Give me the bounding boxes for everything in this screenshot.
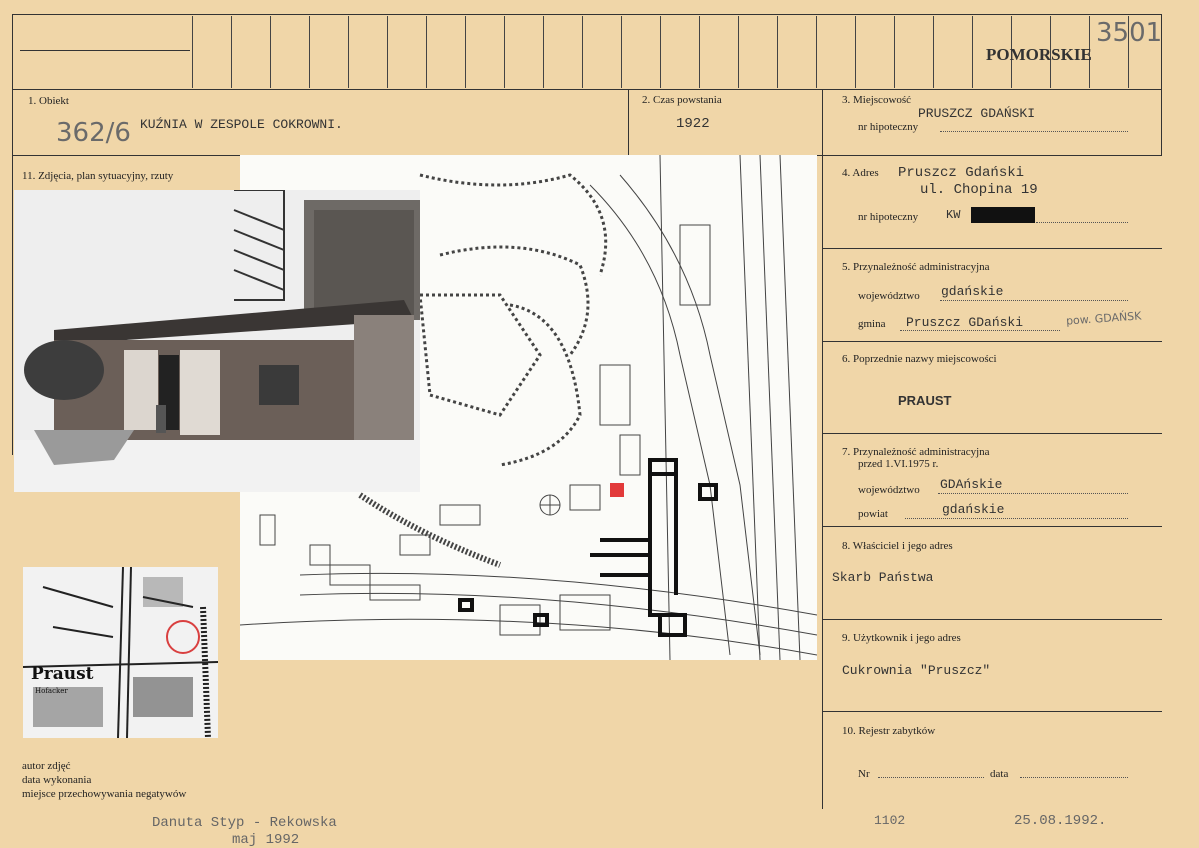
- rejestr-nr-label: Nr: [858, 768, 870, 780]
- adres-nr-label: nr hipoteczny: [858, 211, 919, 223]
- map-town-label: Praust: [31, 664, 94, 684]
- footer-data-label: data wykonania: [22, 774, 92, 786]
- inventory-number: 362/6: [56, 118, 131, 148]
- gmina-value: Pruszcz GDański: [906, 315, 1024, 330]
- wlasciciel-value: Skarb Państwa: [832, 570, 934, 585]
- building-photo: [14, 190, 420, 492]
- footer-autor-label: autor zdjęć: [22, 760, 71, 772]
- wojewodztwo-value: gdańskie: [941, 284, 1004, 299]
- adres-line1: Pruszcz Gdański: [898, 165, 1025, 181]
- poprzednie-label: 6. Poprzednie nazwy miejscowości: [842, 353, 997, 365]
- miejscowosc-nr-label: nr hipoteczny: [858, 121, 919, 133]
- map-town-sub: Hofacker: [35, 687, 68, 695]
- powiat-value: gdańskie: [942, 502, 1005, 517]
- poprzednie-value: PRAUST: [898, 393, 952, 408]
- powiat-label: powiat: [858, 508, 888, 520]
- obiekt-label: 1. Obiekt: [28, 95, 69, 107]
- czas-value: 1922: [676, 116, 710, 132]
- czas-label: 2. Czas powstania: [642, 94, 722, 106]
- location-map: Praust Hofacker: [23, 567, 218, 738]
- przynaleznosc-label: 5. Przynależność administracyjna: [842, 261, 990, 273]
- uzytkownik-value: Cukrownia "Pruszcz": [842, 663, 991, 678]
- przed1975-woj-value: GDAńskie: [940, 477, 1003, 492]
- przed1975-label: 7. Przynależność administracyjna: [842, 446, 990, 458]
- footer-date: 25.08.1992.: [1014, 813, 1107, 829]
- zdjecia-label: 11. Zdjęcia, plan sytuacyjny, rzuty: [22, 170, 174, 182]
- footer-date-taken: maj 1992: [232, 832, 300, 848]
- adres-label: 4. Adres: [842, 167, 879, 179]
- obiekt-value: KUŹNIA W ZESPOLE COKROWNI.: [140, 117, 343, 132]
- footer-miejsce-label: miejsce przechowywania negatywów: [22, 788, 187, 800]
- rejestr-label: 10. Rejestr zabytków: [842, 725, 936, 737]
- gmina-label: gmina: [858, 318, 886, 330]
- wojewodztwo-label: województwo: [858, 290, 920, 302]
- redacted-bar: [971, 207, 1035, 223]
- rejestr-data-label: data: [990, 768, 1009, 780]
- miejscowosc-label: 3. Miejscowość: [842, 94, 912, 106]
- document-number: 3501: [1096, 18, 1163, 48]
- adres-line2: ul. Chopina 19: [920, 182, 1038, 198]
- miejscowosc-value: PRUSZCZ GDAŃSKI: [918, 106, 1036, 121]
- uzytkownik-label: 9. Użytkownik i jego adres: [842, 632, 961, 644]
- footer-code: 1102: [874, 813, 906, 828]
- przed1975-woj-label: województwo: [858, 484, 920, 496]
- footer-author: Danuta Styp - Rekowska: [152, 815, 337, 831]
- przed1975-label2: przed 1.VI.1975 r.: [858, 458, 939, 470]
- adres-kw: KW: [946, 208, 961, 222]
- region-label: POMORSKIE: [986, 45, 1092, 64]
- gmina-note: pow. GDAŃSK: [1065, 309, 1142, 328]
- wlasciciel-label: 8. Właściciel i jego adres: [842, 540, 953, 552]
